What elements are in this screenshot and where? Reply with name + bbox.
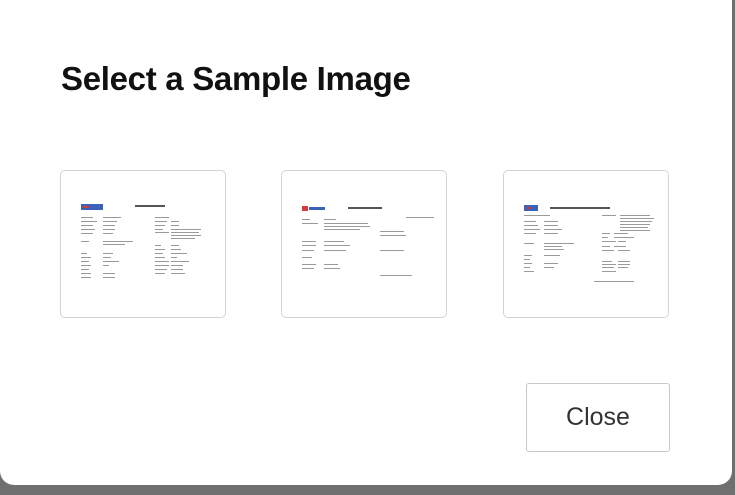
sample-image-thumbnail-3[interactable]: [503, 170, 669, 318]
dialog-title: Select a Sample Image: [61, 60, 411, 97]
sample-image-dialog: Select a Sample Image Close: [0, 0, 732, 485]
document-preview-image: [81, 204, 201, 278]
sample-image-thumbnail-1[interactable]: [60, 170, 226, 318]
close-button[interactable]: Close: [526, 383, 670, 452]
document-preview-image: [524, 205, 654, 282]
document-preview-image: [302, 206, 434, 276]
sample-image-thumbnail-2[interactable]: [281, 170, 447, 318]
